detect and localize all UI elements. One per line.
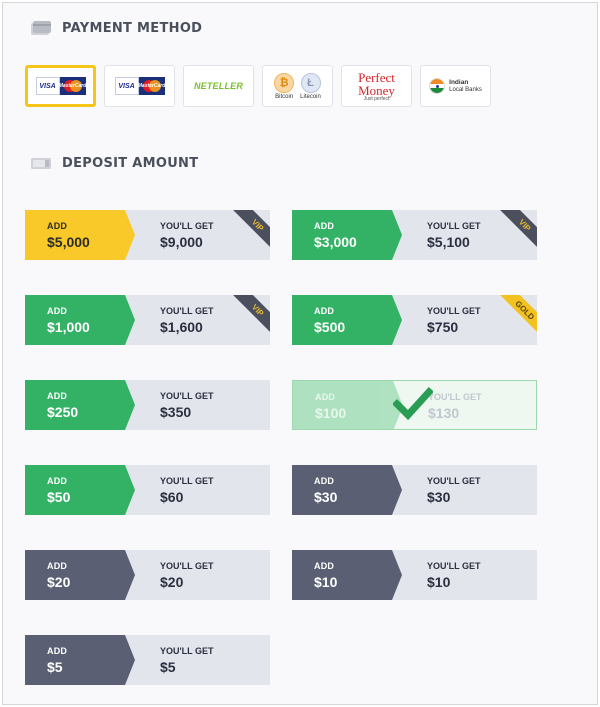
litecoin-icon: Ł (300, 72, 321, 93)
indian-banks-line1: Indian (449, 78, 469, 86)
add-amount: $250 (47, 404, 79, 420)
deposit-offer-250[interactable]: ADD $250 YOU'LL GET $350 (25, 380, 270, 430)
add-amount: $20 (47, 574, 71, 590)
perfect-money-tagline: Just perfect (363, 95, 390, 102)
method-visa-mastercard[interactable]: VISA MasterCard (104, 65, 175, 107)
card-icon (30, 20, 52, 36)
cash-icon (30, 155, 52, 171)
get-amount: $10 (427, 574, 451, 590)
deposit-offer-5000[interactable]: ADD $5,000 YOU'LL GET $9,000 VIP (25, 210, 270, 260)
get-label: YOU'LL GET (427, 476, 481, 486)
get-amount: $750 (427, 319, 459, 335)
get-label: YOU'LL GET (160, 221, 214, 231)
get-label: YOU'LL GET (160, 306, 214, 316)
add-label: ADD (314, 561, 335, 571)
deposit-offer-500[interactable]: ADD $500 YOU'LL GET $750 GOLD (292, 295, 537, 345)
payment-methods-list: VISA MasterCard VISA MasterCard NETELLER… (25, 65, 491, 107)
get-label: YOU'LL GET (160, 646, 214, 656)
vip-badge: VIP (497, 210, 537, 250)
add-amount: $30 (314, 489, 338, 505)
add-label: ADD (47, 561, 68, 571)
get-label: YOU'LL GET (427, 561, 481, 571)
method-perfect-money[interactable]: Perfect Money Just perfect (341, 65, 412, 107)
add-amount: $5 (47, 659, 63, 675)
add-label: ADD (315, 392, 336, 402)
add-amount: $50 (47, 489, 71, 505)
neteller-logo: NETELLER (193, 81, 244, 91)
perfect-money-line2: Money (358, 82, 395, 98)
payment-method-title: PAYMENT METHOD (62, 20, 203, 36)
get-label: YOU'LL GET (427, 306, 481, 316)
deposit-offer-20[interactable]: ADD $20 YOU'LL GET $20 (25, 550, 270, 600)
get-amount: $60 (160, 489, 184, 505)
get-label: YOU'LL GET (427, 221, 481, 231)
deposit-offer-5[interactable]: ADD $5 YOU'LL GET $5 (25, 635, 270, 685)
get-label: YOU'LL GET (428, 392, 482, 402)
perfect-money-line1: Perfect (358, 69, 395, 85)
add-amount: $10 (314, 574, 338, 590)
visa-logo: VISA (35, 77, 60, 95)
get-amount: $5 (160, 659, 176, 675)
get-label: YOU'LL GET (160, 391, 214, 401)
payment-method-header: PAYMENT METHOD (30, 20, 202, 36)
deposit-offer-50[interactable]: ADD $50 YOU'LL GET $60 (25, 465, 270, 515)
add-amount: $100 (315, 405, 347, 421)
method-indian-banks[interactable]: Indian Local Banks (420, 65, 491, 107)
bitcoin-icon: ₿ (274, 72, 295, 93)
add-label: ADD (314, 306, 335, 316)
add-label: ADD (47, 306, 68, 316)
get-amount: $20 (160, 574, 184, 590)
deposit-amount-title: DEPOSIT AMOUNT (62, 155, 199, 171)
vip-badge: VIP (230, 210, 270, 250)
add-label: ADD (47, 476, 68, 486)
add-amount: $1,000 (47, 319, 90, 335)
get-amount: $30 (427, 489, 451, 505)
visa-logo: VISA (114, 77, 139, 95)
deposit-offer-1000[interactable]: ADD $1,000 YOU'LL GET $1,600 VIP (25, 295, 270, 345)
gold-badge: GOLD (497, 295, 537, 335)
get-amount: $5,100 (427, 234, 470, 250)
indian-banks-line2: Local Banks (449, 86, 482, 93)
add-label: ADD (314, 476, 335, 486)
get-amount: $9,000 (160, 234, 203, 250)
method-visa-mastercard-selected[interactable]: VISA MasterCard (25, 65, 96, 107)
add-label: ADD (47, 221, 68, 231)
add-label: ADD (47, 391, 68, 401)
get-amount: $350 (160, 404, 192, 420)
deposit-offer-30[interactable]: ADD $30 YOU'LL GET $30 (292, 465, 537, 515)
deposit-offer-100-selected[interactable]: ADD $100 YOU'LL GET $130 (292, 380, 537, 430)
get-label: YOU'LL GET (160, 476, 214, 486)
mastercard-logo: MasterCard (59, 77, 86, 95)
get-label: YOU'LL GET (160, 561, 214, 571)
add-amount: $5,000 (47, 234, 90, 250)
vip-badge: VIP (230, 295, 270, 335)
bitcoin-label: Bitcoin (275, 93, 294, 100)
deposit-amount-header: DEPOSIT AMOUNT (30, 155, 198, 171)
add-amount: $3,000 (314, 234, 357, 250)
checkmark-icon (393, 387, 433, 421)
deposit-offer-10[interactable]: ADD $10 YOU'LL GET $10 (292, 550, 537, 600)
india-flag-icon (429, 78, 446, 94)
get-amount: $1,600 (160, 319, 203, 335)
method-crypto[interactable]: ₿ Bitcoin Ł Litecoin (262, 65, 333, 107)
mastercard-logo: MasterCard (138, 77, 165, 95)
method-neteller[interactable]: NETELLER (183, 65, 254, 107)
deposit-offer-3000[interactable]: ADD $3,000 YOU'LL GET $5,100 VIP (292, 210, 537, 260)
add-label: ADD (314, 221, 335, 231)
add-amount: $500 (314, 319, 346, 335)
get-amount: $130 (428, 405, 460, 421)
add-label: ADD (47, 646, 68, 656)
litecoin-label: Litecoin (300, 93, 321, 100)
